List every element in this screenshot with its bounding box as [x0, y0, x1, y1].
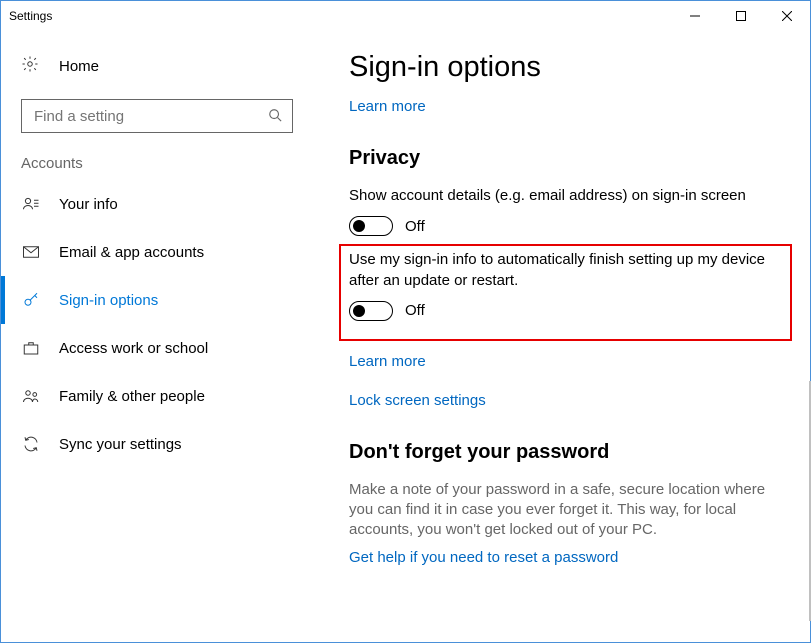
minimize-button[interactable] — [672, 1, 718, 31]
home-button[interactable]: Home — [1, 45, 313, 87]
nav-access-work[interactable]: Access work or school — [1, 324, 313, 372]
learn-more-link-2[interactable]: Learn more — [349, 353, 782, 370]
search-icon — [268, 108, 282, 125]
nav-label: Sync your settings — [59, 436, 182, 453]
highlight-box: Use my sign-in info to automatically fin… — [339, 244, 792, 341]
lock-screen-link[interactable]: Lock screen settings — [349, 392, 782, 409]
nav-sync[interactable]: Sync your settings — [1, 420, 313, 468]
nav: Your info Email & app accounts Sign-in o… — [1, 180, 313, 468]
sync-icon — [21, 435, 41, 453]
password-heading: Don't forget your password — [349, 441, 782, 464]
nav-label: Sign-in options — [59, 292, 158, 309]
toggle2-label: Use my sign-in info to automatically fin… — [349, 250, 782, 291]
mail-icon — [21, 243, 41, 261]
toggle-auto-signin[interactable] — [349, 301, 393, 321]
search-input[interactable] — [32, 107, 268, 126]
briefcase-icon — [21, 339, 41, 357]
toggle1-state: Off — [405, 218, 425, 235]
search-box[interactable] — [21, 99, 293, 133]
privacy-heading: Privacy — [349, 147, 782, 170]
window-title: Settings — [9, 9, 52, 23]
nav-family[interactable]: Family & other people — [1, 372, 313, 420]
nav-label: Access work or school — [59, 340, 208, 357]
maximize-button[interactable] — [718, 1, 764, 31]
nav-your-info[interactable]: Your info — [1, 180, 313, 228]
close-button[interactable] — [764, 1, 810, 31]
home-label: Home — [59, 58, 99, 75]
toggle-account-details[interactable] — [349, 216, 393, 236]
learn-more-link[interactable]: Learn more — [349, 98, 782, 115]
nav-signin-options[interactable]: Sign-in options — [1, 276, 313, 324]
reset-password-link[interactable]: Get help if you need to reset a password — [349, 549, 782, 566]
toggle2-state: Off — [405, 302, 425, 319]
titlebar: Settings — [1, 1, 810, 31]
nav-email-accounts[interactable]: Email & app accounts — [1, 228, 313, 276]
sidebar: Home Accounts Your info Email & app acco… — [1, 31, 313, 642]
key-icon — [21, 291, 41, 309]
toggle1-label: Show account details (e.g. email address… — [349, 186, 782, 206]
section-label: Accounts — [1, 155, 313, 180]
gear-icon — [21, 55, 41, 77]
nav-label: Email & app accounts — [59, 244, 204, 261]
password-hint: Make a note of your password in a safe, … — [349, 480, 782, 541]
page-heading: Sign-in options — [349, 51, 782, 84]
person-icon — [21, 195, 41, 213]
people-icon — [21, 387, 41, 405]
nav-label: Your info — [59, 196, 118, 213]
nav-label: Family & other people — [59, 388, 205, 405]
window-controls — [672, 1, 810, 31]
main-content: Sign-in options Learn more Privacy Show … — [313, 31, 810, 642]
